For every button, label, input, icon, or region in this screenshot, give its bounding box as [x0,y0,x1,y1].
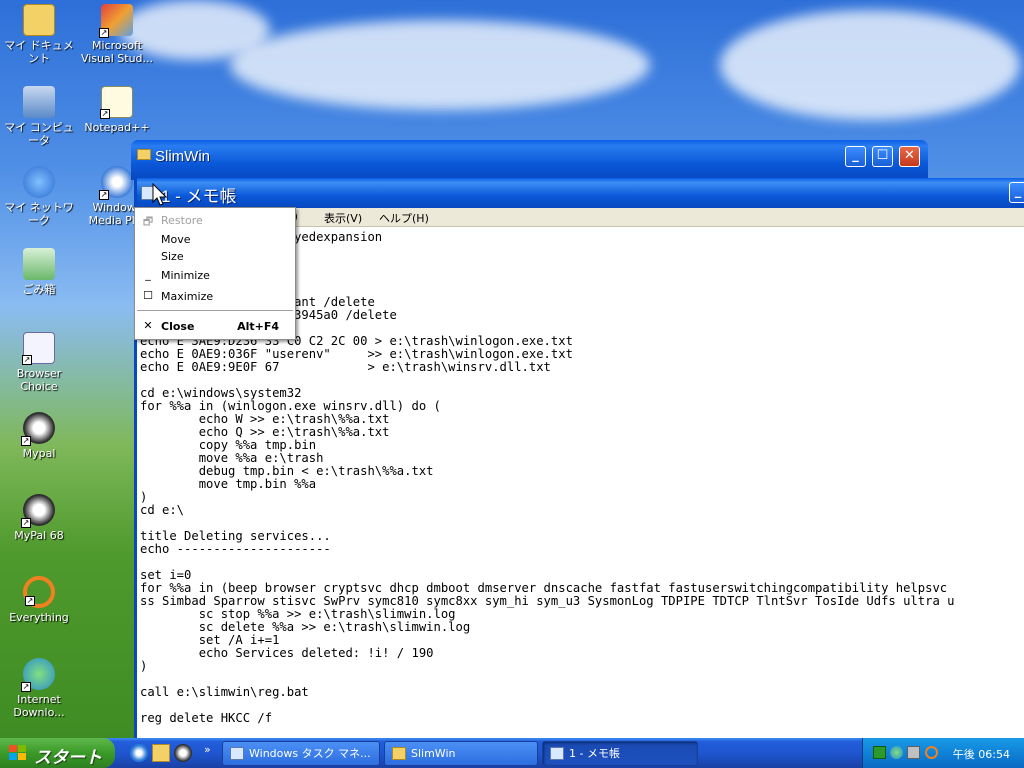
shortcut-arrow-icon: ↗ [21,436,31,446]
desktop-icon-internet-download[interactable]: ↗ Internet Downlo... [0,658,78,719]
desktop-icon-visual-studio[interactable]: ↗ Microsoft Visual Stud... [78,4,156,65]
folder-icon [23,4,55,36]
menu-item-restore[interactable]: 🗗 Restore [135,211,295,229]
notepad-icon [550,747,564,760]
desktop-icon-notepad-plus-plus[interactable]: ↗ Notepad++ [78,86,156,134]
menu-item-size[interactable]: Size [135,247,295,265]
mypal-icon: ↗ [21,494,55,528]
close-icon: ✕ [143,319,153,332]
text-line [140,556,1024,569]
shortcut-arrow-icon: ↗ [25,596,35,606]
shortcut-arrow-icon: ↗ [21,682,31,692]
menu-item-help[interactable]: ヘルプ(H) [379,210,429,226]
tray-app-icon[interactable] [873,746,886,759]
mypal-icon[interactable] [174,744,192,762]
maximize-icon: ☐ [143,289,153,302]
slimwin-title: SlimWin [155,148,210,165]
system-tray: 午後 06:54 [862,738,1024,768]
shortcut-arrow-icon: ↗ [99,28,109,38]
start-button[interactable]: スタート [0,738,115,768]
computer-icon [23,86,55,118]
task-button-task-manager[interactable]: Windows タスク マネ... [222,741,380,766]
recycle-bin-icon [23,248,55,280]
minimize-icon: _ [145,268,151,281]
text-line: move tmp.bin %%a [140,477,317,491]
internet-download-icon: ↗ [21,658,55,692]
text-line: ) [140,490,148,504]
notepad-plus-plus-icon: ↗ [100,86,133,119]
browser-choice-icon: ↗ [22,332,55,365]
text-line: echo Services deleted: !i! / 190 [140,646,434,660]
text-line: ) [140,659,148,673]
network-globe-icon [23,166,55,198]
mouse-cursor-icon [152,183,168,206]
text-line: echo E 0AE9:9E0F 67 > e:\trash\winsrv.dl… [140,360,551,374]
shortcut-arrow-icon: ↗ [100,109,110,119]
menu-item-view[interactable]: 表示(V) [324,210,362,226]
cloud [230,20,650,110]
menu-separator [137,310,293,311]
task-button-notepad[interactable]: 1 - メモ帳 [542,741,698,766]
windows-flag-icon [9,745,26,760]
task-button-slimwin[interactable]: SlimWin [384,741,538,766]
shortcut-arrow-icon: ↗ [22,355,32,365]
text-line: reg delete HKCC /f [140,711,273,725]
desktop-icon-my-computer[interactable]: マイ コンピュータ [0,86,78,147]
folder-icon [137,149,151,160]
taskbar: スタート » Windows タスク マネ... SlimWin 1 - メモ帳… [0,738,1024,768]
text-line: echo --------------------- [140,542,331,556]
media-player-icon: ↗ [99,166,133,200]
mypal-icon: ↗ [21,412,55,446]
desktop-icon-my-network[interactable]: マイ ネットワーク [0,166,78,227]
menu-item-minimize[interactable]: _ Minimize [135,266,295,284]
menu-item-close[interactable]: ✕ Close Alt+F4 [135,317,295,335]
system-menu: 🗗 Restore Move Size _ Minimize ☐ Maximiz… [134,207,296,340]
desktop-icon-mypal-68[interactable]: ↗ MyPal 68 [0,494,78,542]
tray-app-icon[interactable] [907,746,920,759]
shortcut-arrow-icon: ↗ [99,190,109,200]
search-icon[interactable] [925,746,938,759]
network-icon[interactable] [890,746,903,759]
slimwin-window[interactable]: SlimWin _ ☐ ✕ [131,140,928,180]
close-button[interactable]: ✕ [899,146,920,167]
text-line: cd e:\ [140,503,185,517]
shortcut-arrow-icon: ↗ [21,518,31,528]
text-line [140,699,1024,712]
everything-search-icon: ↗ [23,576,55,608]
desktop-icon-mypal[interactable]: ↗ Mypal [0,412,78,460]
minimize-button[interactable]: _ [845,146,866,167]
maximize-button[interactable]: ☐ [872,146,893,167]
text-line: call e:\slimwin\reg.bat [140,685,309,699]
clock[interactable]: 午後 06:54 [953,746,1010,762]
quick-launch-app-icon[interactable] [152,744,170,762]
menu-item-move[interactable]: Move [135,230,295,248]
internet-explorer-icon[interactable] [130,744,148,762]
quick-launch-overflow[interactable]: » [204,743,211,756]
desktop-icon-everything[interactable]: ↗ Everything [0,576,78,624]
task-manager-icon [230,747,244,760]
visual-studio-icon: ↗ [99,4,133,38]
cloud [720,10,1020,120]
desktop-icon-my-documents[interactable]: マイ ドキュメント [0,4,78,65]
notepad-title: 1 - メモ帳 [161,187,237,206]
menu-item-maximize[interactable]: ☐ Maximize [135,287,295,305]
minimize-button[interactable]: _ [1009,182,1024,203]
desktop-icon-recycle-bin[interactable]: ごみ箱 [0,248,78,296]
notepad-titlebar[interactable]: 1 - メモ帳 _ [137,178,1024,208]
folder-icon [392,747,406,760]
desktop-icon-browser-choice[interactable]: ↗ Browser Choice [0,332,78,393]
